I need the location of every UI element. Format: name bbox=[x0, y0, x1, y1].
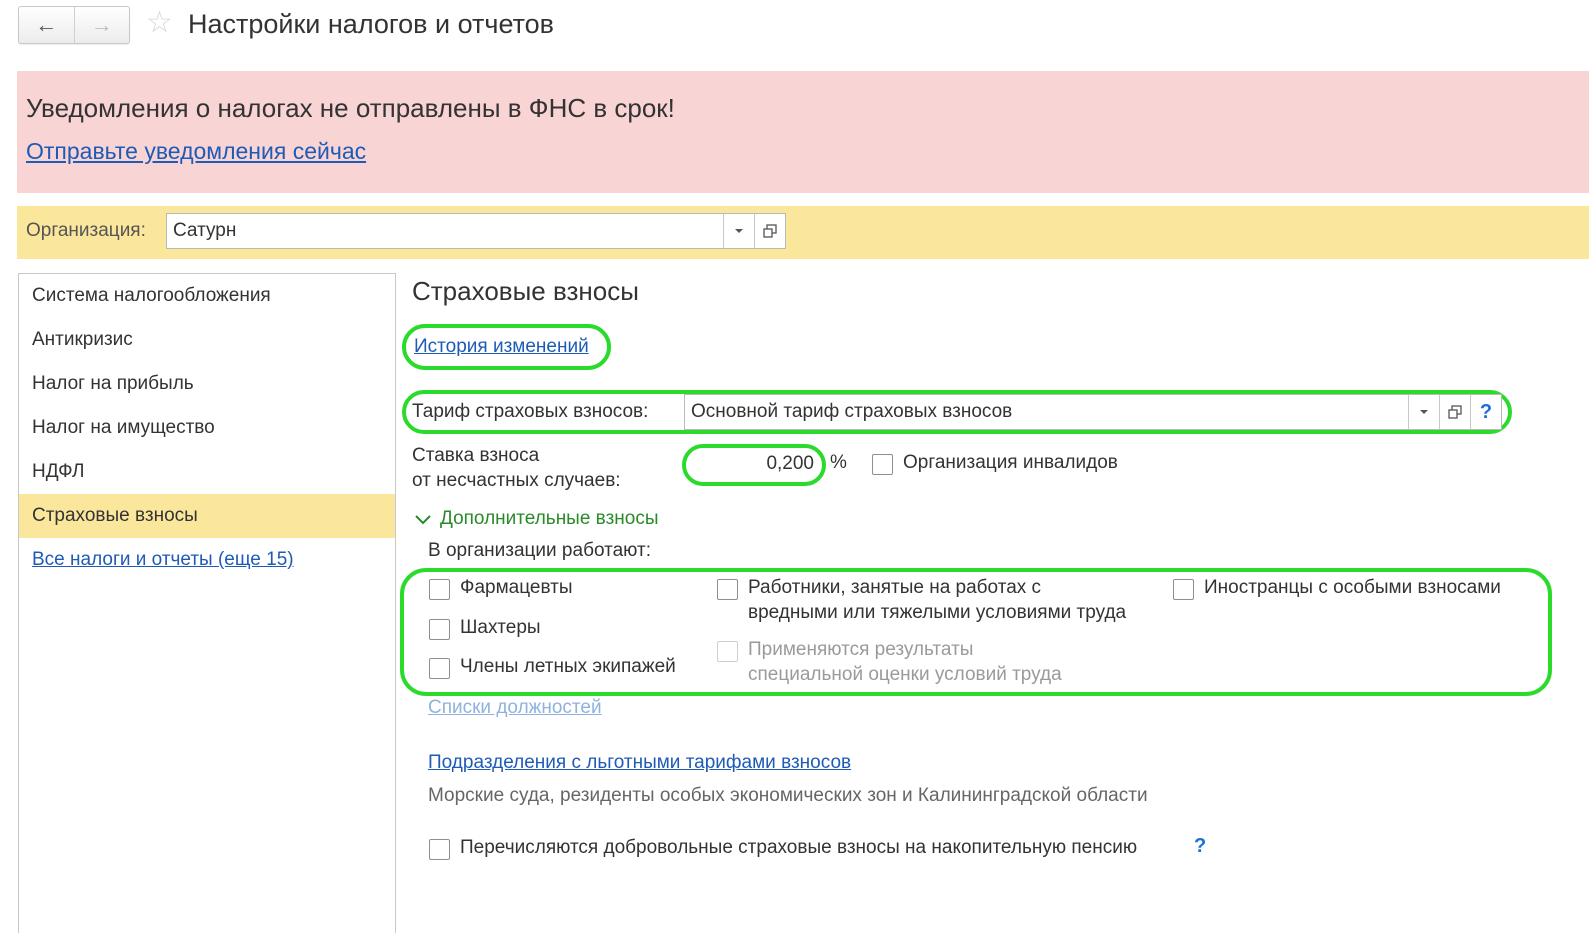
sidebar-item-profit-tax[interactable]: Налог на прибыль bbox=[19, 362, 395, 406]
miners-checkbox[interactable] bbox=[429, 619, 450, 640]
miners-label: Шахтеры bbox=[460, 617, 541, 638]
hazardous-checkbox[interactable] bbox=[717, 579, 738, 600]
tariff-help-icon[interactable]: ? bbox=[1470, 395, 1501, 429]
section-title: Страховые взносы bbox=[412, 276, 639, 306]
tariff-label: Тариф страховых взносов: bbox=[412, 401, 649, 422]
sidebar: Система налогообложения Антикризис Налог… bbox=[18, 273, 396, 933]
pharmacists-checkbox[interactable] bbox=[429, 579, 450, 600]
arrow-right-icon: → bbox=[90, 12, 113, 37]
page-title: Настройки налогов и отчетов bbox=[188, 9, 554, 39]
additional-toggle[interactable]: Дополнительные взносы bbox=[414, 507, 659, 531]
additional-toggle-label: Дополнительные взносы bbox=[440, 508, 659, 529]
dropdown-button[interactable] bbox=[723, 214, 754, 248]
voluntary-help-icon[interactable]: ? bbox=[1194, 835, 1206, 858]
pharmacists-label: Фармацевты bbox=[460, 577, 573, 598]
arrow-left-icon: ← bbox=[35, 12, 58, 37]
voluntary-checkbox[interactable] bbox=[429, 839, 450, 860]
send-notifications-link[interactable]: Отправьте уведомления сейчас bbox=[26, 137, 366, 165]
alert-message: Уведомления о налогах не отправлены в ФН… bbox=[26, 93, 675, 123]
sout-checkbox[interactable] bbox=[717, 641, 738, 662]
back-button[interactable]: ← bbox=[19, 7, 74, 43]
organization-select[interactable]: Сатурн bbox=[166, 213, 786, 249]
highlight-rate bbox=[682, 444, 826, 486]
tariff-select[interactable]: Основной тариф страховых взносов ? bbox=[684, 394, 1502, 430]
hazardous-label-line1: Работники, занятые на работах с bbox=[748, 577, 1042, 598]
tariff-dropdown-button[interactable] bbox=[1408, 395, 1439, 429]
tariff-open-button[interactable] bbox=[1439, 395, 1470, 429]
rate-label-line1: Ставка взноса bbox=[412, 445, 540, 466]
alert-banner bbox=[17, 71, 1589, 193]
organization-label: Организация: bbox=[26, 220, 146, 241]
sidebar-item-tax-system[interactable]: Система налогообложения bbox=[19, 274, 395, 318]
rate-unit: % bbox=[830, 452, 847, 473]
favorite-star-icon[interactable]: ☆ bbox=[146, 8, 173, 38]
rate-label-line2: от несчастных случаев: bbox=[412, 470, 621, 491]
sidebar-item-ndfl[interactable]: НДФЛ bbox=[19, 450, 395, 494]
sidebar-item-property-tax[interactable]: Налог на имущество bbox=[19, 406, 395, 450]
open-window-icon bbox=[1448, 405, 1462, 419]
hazardous-label-line2: вредными или тяжелыми условиями труда bbox=[748, 602, 1127, 623]
flight-crew-label: Члены летных экипажей bbox=[460, 656, 676, 677]
tariff-value[interactable]: Основной тариф страховых взносов bbox=[685, 395, 1408, 429]
subdivisions-note: Морские суда, резиденты особых экономиче… bbox=[428, 785, 1148, 806]
subdivisions-link[interactable]: Подразделения с льготными тарифами взнос… bbox=[428, 751, 851, 775]
foreigners-label: Иностранцы с особыми взносами bbox=[1204, 577, 1501, 598]
flight-crew-checkbox[interactable] bbox=[429, 658, 450, 679]
open-window-icon bbox=[763, 224, 777, 238]
organization-value[interactable]: Сатурн bbox=[167, 214, 723, 248]
sidebar-item-insurance[interactable]: Страховые взносы bbox=[19, 494, 395, 538]
navigation-buttons: ← → bbox=[18, 6, 130, 44]
forward-button[interactable]: → bbox=[73, 7, 130, 43]
sout-label-line1: Применяются результаты bbox=[748, 639, 974, 660]
chevron-down-icon bbox=[415, 515, 431, 525]
sidebar-all-taxes-link[interactable]: Все налоги и отчеты (еще 15) bbox=[19, 538, 395, 582]
sidebar-item-anticrisis[interactable]: Антикризис bbox=[19, 318, 395, 362]
dropdown-arrow-icon bbox=[1420, 410, 1428, 414]
employees-label: В организации работают: bbox=[428, 540, 651, 561]
disabled-org-label: Организация инвалидов bbox=[903, 452, 1118, 473]
history-link[interactable]: История изменений bbox=[414, 335, 589, 359]
voluntary-label: Перечисляются добровольные страховые взн… bbox=[460, 837, 1138, 858]
dropdown-arrow-icon bbox=[735, 229, 743, 233]
open-button[interactable] bbox=[754, 214, 785, 248]
foreigners-checkbox[interactable] bbox=[1173, 579, 1194, 600]
disabled-org-checkbox[interactable] bbox=[872, 454, 893, 475]
positions-link[interactable]: Списки должностей bbox=[428, 696, 602, 720]
sout-label-line2: специальной оценки условий труда bbox=[748, 664, 1062, 685]
